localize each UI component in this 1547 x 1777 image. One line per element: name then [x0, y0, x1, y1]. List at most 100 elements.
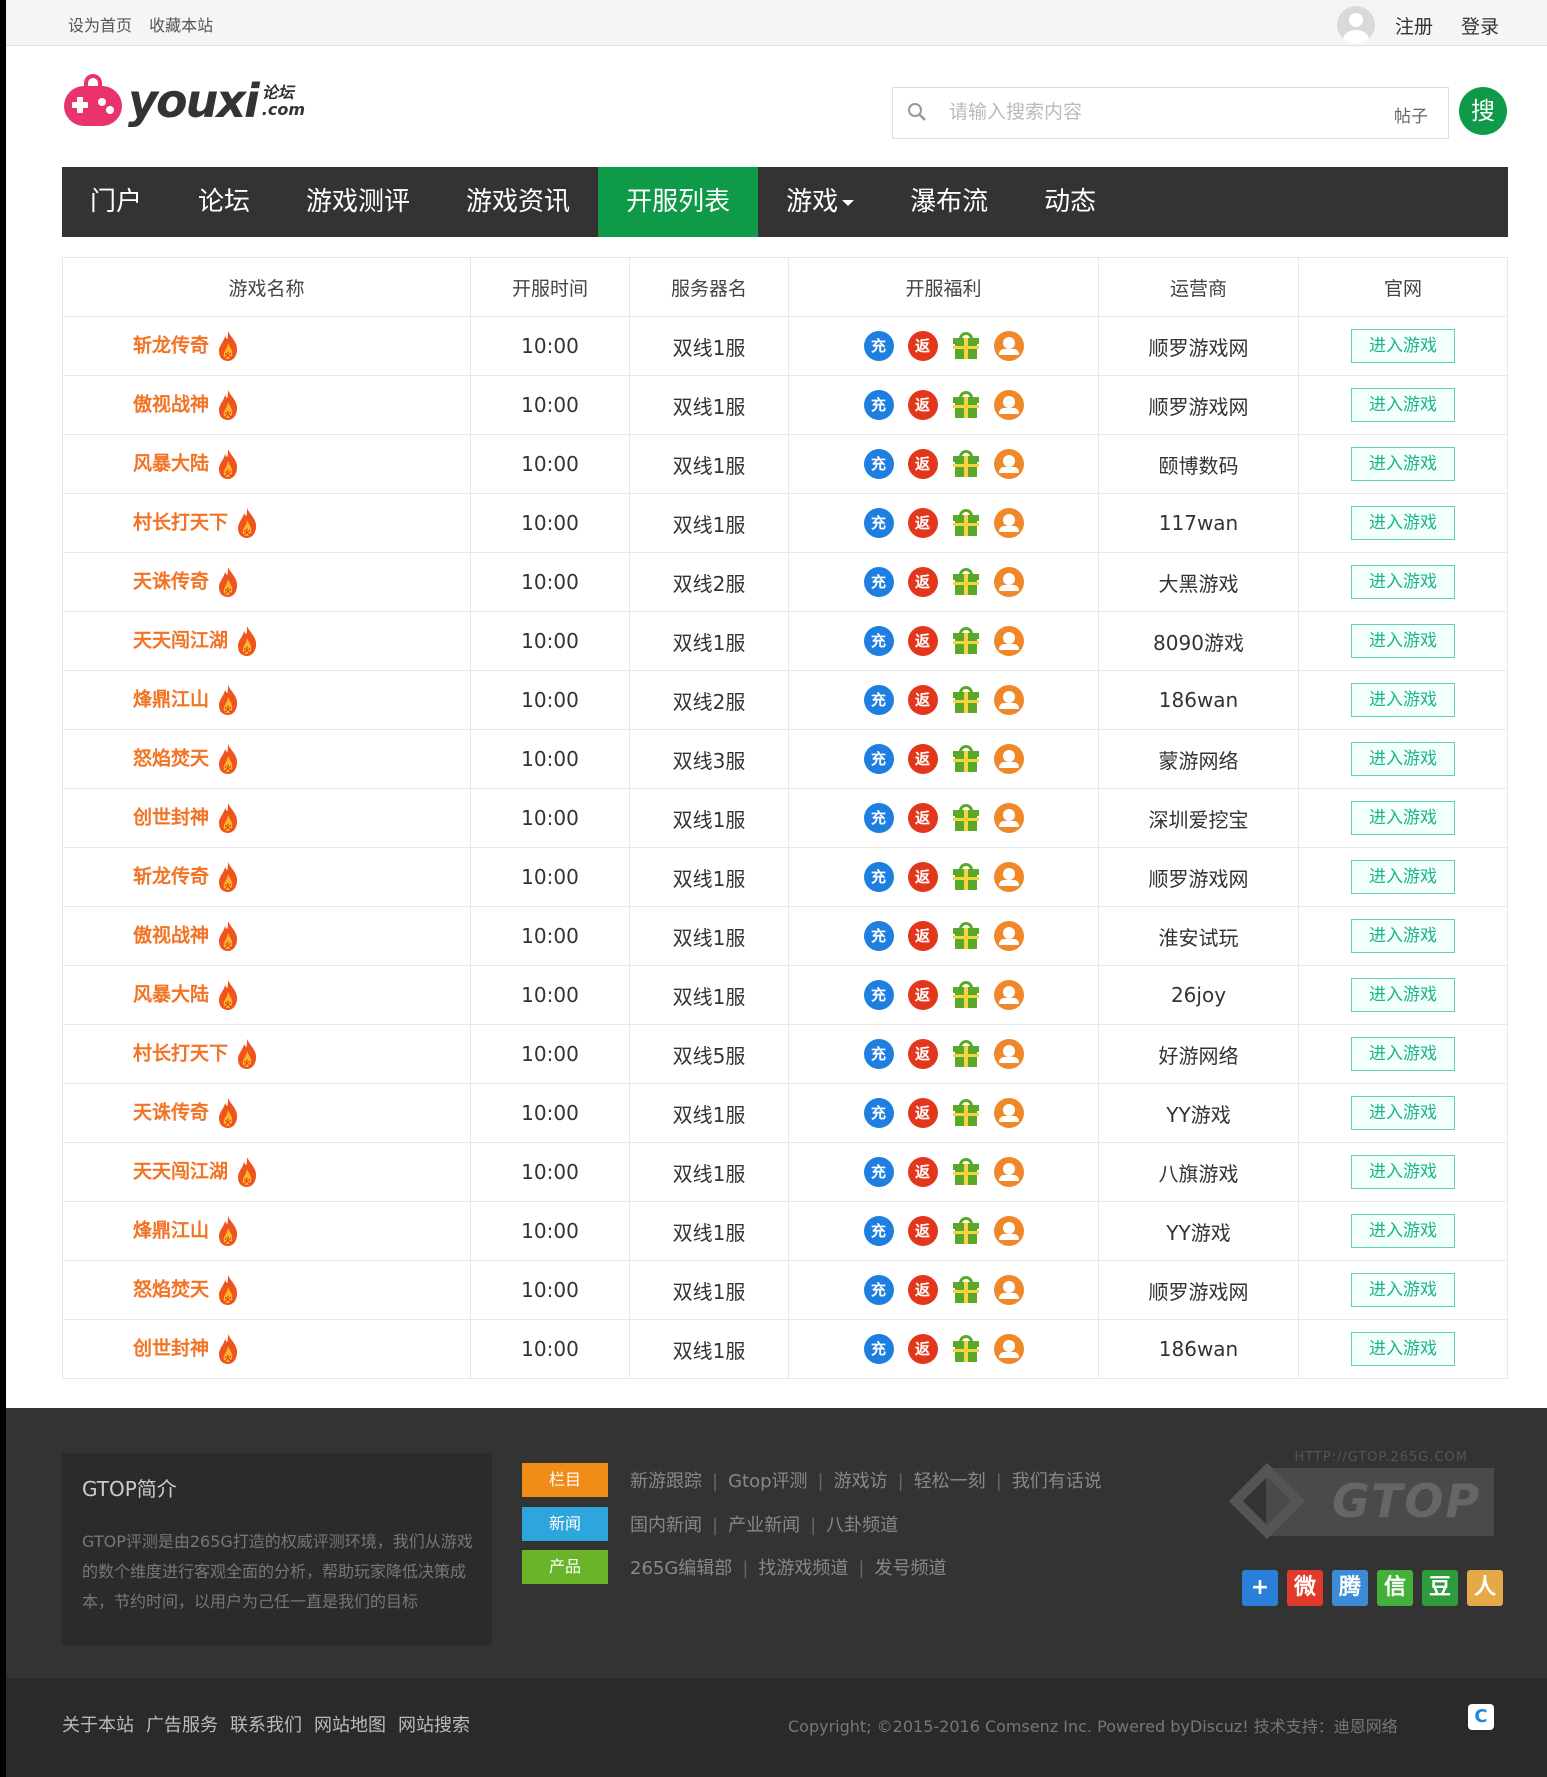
- rebate-icon[interactable]: 返: [907, 390, 938, 420]
- security-badge-icon[interactable]: C: [1468, 1704, 1494, 1730]
- game-name[interactable]: 烽鼎江山: [133, 689, 209, 711]
- service-icon[interactable]: [993, 567, 1024, 597]
- footer-link[interactable]: 新游跟踪: [630, 1471, 702, 1492]
- game-name[interactable]: 傲视战神: [133, 925, 209, 947]
- footer-link[interactable]: 发号频道: [874, 1558, 946, 1579]
- bottom-link[interactable]: 广告服务: [146, 1715, 218, 1736]
- game-name[interactable]: 创世封神: [133, 807, 209, 829]
- enter-game-button[interactable]: 进入游戏: [1351, 742, 1455, 776]
- bookmark-link[interactable]: 收藏本站: [149, 16, 213, 35]
- rebate-icon[interactable]: 返: [907, 1157, 938, 1187]
- recharge-icon[interactable]: 充: [863, 449, 894, 479]
- recharge-icon[interactable]: 充: [863, 980, 894, 1010]
- game-name[interactable]: 怒焰焚天: [133, 748, 209, 770]
- enter-game-button[interactable]: 进入游戏: [1351, 1273, 1455, 1307]
- game-name[interactable]: 天诛传奇: [133, 1102, 209, 1124]
- game-name[interactable]: 斩龙传奇: [133, 866, 209, 888]
- enter-game-button[interactable]: 进入游戏: [1351, 919, 1455, 953]
- game-name[interactable]: 傲视战神: [133, 394, 209, 416]
- game-name[interactable]: 风暴大陆: [133, 453, 209, 475]
- recharge-icon[interactable]: 充: [863, 1157, 894, 1187]
- footer-link[interactable]: 八卦频道: [826, 1515, 898, 1536]
- service-icon[interactable]: [993, 744, 1024, 774]
- rebate-icon[interactable]: 返: [907, 744, 938, 774]
- enter-game-button[interactable]: 进入游戏: [1351, 683, 1455, 717]
- service-icon[interactable]: [993, 331, 1024, 361]
- weibo-share-icon[interactable]: 微: [1287, 1570, 1323, 1606]
- enter-game-button[interactable]: 进入游戏: [1351, 1155, 1455, 1189]
- enter-game-button[interactable]: 进入游戏: [1351, 1214, 1455, 1248]
- bottom-link[interactable]: 网站搜索: [398, 1715, 470, 1736]
- game-name[interactable]: 创世封神: [133, 1338, 209, 1360]
- footer-link[interactable]: 轻松一刻: [914, 1471, 986, 1492]
- register-link[interactable]: 注册: [1395, 12, 1433, 39]
- recharge-icon[interactable]: 充: [863, 567, 894, 597]
- site-logo[interactable]: youxi 论坛 .com: [62, 74, 305, 128]
- gift-icon[interactable]: [952, 863, 980, 891]
- recharge-icon[interactable]: 充: [863, 1216, 894, 1246]
- recharge-icon[interactable]: 充: [863, 1098, 894, 1128]
- game-name[interactable]: 烽鼎江山: [133, 1220, 209, 1242]
- gift-icon[interactable]: [952, 745, 980, 773]
- game-name[interactable]: 天诛传奇: [133, 571, 209, 593]
- recharge-icon[interactable]: 充: [863, 1334, 894, 1364]
- enter-game-button[interactable]: 进入游戏: [1351, 1096, 1455, 1130]
- set-home-link[interactable]: 设为首页: [68, 16, 132, 35]
- gift-icon[interactable]: [952, 509, 980, 537]
- gift-icon[interactable]: [952, 922, 980, 950]
- nav-waterfall[interactable]: 瀑布流: [882, 167, 1016, 237]
- game-name[interactable]: 天天闯江湖: [133, 630, 228, 652]
- recharge-icon[interactable]: 充: [863, 803, 894, 833]
- gift-icon[interactable]: [952, 1217, 980, 1245]
- rebate-icon[interactable]: 返: [907, 449, 938, 479]
- enter-game-button[interactable]: 进入游戏: [1351, 860, 1455, 894]
- rebate-icon[interactable]: 返: [907, 862, 938, 892]
- game-name[interactable]: 村长打天下: [133, 512, 228, 534]
- service-icon[interactable]: [993, 1334, 1024, 1364]
- gift-icon[interactable]: [952, 332, 980, 360]
- enter-game-button[interactable]: 进入游戏: [1351, 1332, 1455, 1366]
- service-icon[interactable]: [993, 1098, 1024, 1128]
- gift-icon[interactable]: [952, 627, 980, 655]
- nav-forum[interactable]: 论坛: [170, 167, 278, 237]
- service-icon[interactable]: [993, 508, 1024, 538]
- rebate-icon[interactable]: 返: [907, 1216, 938, 1246]
- nav-games[interactable]: 游戏: [758, 167, 882, 237]
- enter-game-button[interactable]: 进入游戏: [1351, 329, 1455, 363]
- gift-icon[interactable]: [952, 1040, 980, 1068]
- footer-link[interactable]: 游戏访: [834, 1471, 888, 1492]
- search-button[interactable]: 搜: [1459, 87, 1507, 135]
- game-name[interactable]: 斩龙传奇: [133, 335, 209, 357]
- service-icon[interactable]: [993, 685, 1024, 715]
- rebate-icon[interactable]: 返: [907, 921, 938, 951]
- rebate-icon[interactable]: 返: [907, 1039, 938, 1069]
- nav-activity[interactable]: 动态: [1016, 167, 1124, 237]
- service-icon[interactable]: [993, 980, 1024, 1010]
- gift-icon[interactable]: [952, 1099, 980, 1127]
- recharge-icon[interactable]: 充: [863, 1275, 894, 1305]
- gift-icon[interactable]: [952, 686, 980, 714]
- game-name[interactable]: 天天闯江湖: [133, 1161, 228, 1183]
- nav-portal[interactable]: 门户: [62, 167, 170, 237]
- recharge-icon[interactable]: 充: [863, 508, 894, 538]
- gift-icon[interactable]: [952, 450, 980, 478]
- nav-server-list[interactable]: 开服列表: [598, 167, 759, 237]
- wechat-share-icon[interactable]: 信: [1377, 1570, 1413, 1606]
- nav-game-review[interactable]: 游戏测评: [278, 167, 438, 237]
- bottom-link[interactable]: 网站地图: [314, 1715, 386, 1736]
- enter-game-button[interactable]: 进入游戏: [1351, 801, 1455, 835]
- bottom-link[interactable]: 关于本站: [62, 1715, 134, 1736]
- avatar-icon[interactable]: [1336, 6, 1375, 44]
- gift-icon[interactable]: [952, 981, 980, 1009]
- service-icon[interactable]: [993, 390, 1024, 420]
- gift-icon[interactable]: [952, 1276, 980, 1304]
- search-input[interactable]: [949, 98, 1349, 128]
- game-name[interactable]: 怒焰焚天: [133, 1279, 209, 1301]
- renren-share-icon[interactable]: 人: [1467, 1570, 1503, 1606]
- service-icon[interactable]: [993, 1216, 1024, 1246]
- service-icon[interactable]: [993, 803, 1024, 833]
- recharge-icon[interactable]: 充: [863, 744, 894, 774]
- service-icon[interactable]: [993, 921, 1024, 951]
- enter-game-button[interactable]: 进入游戏: [1351, 978, 1455, 1012]
- enter-game-button[interactable]: 进入游戏: [1351, 565, 1455, 599]
